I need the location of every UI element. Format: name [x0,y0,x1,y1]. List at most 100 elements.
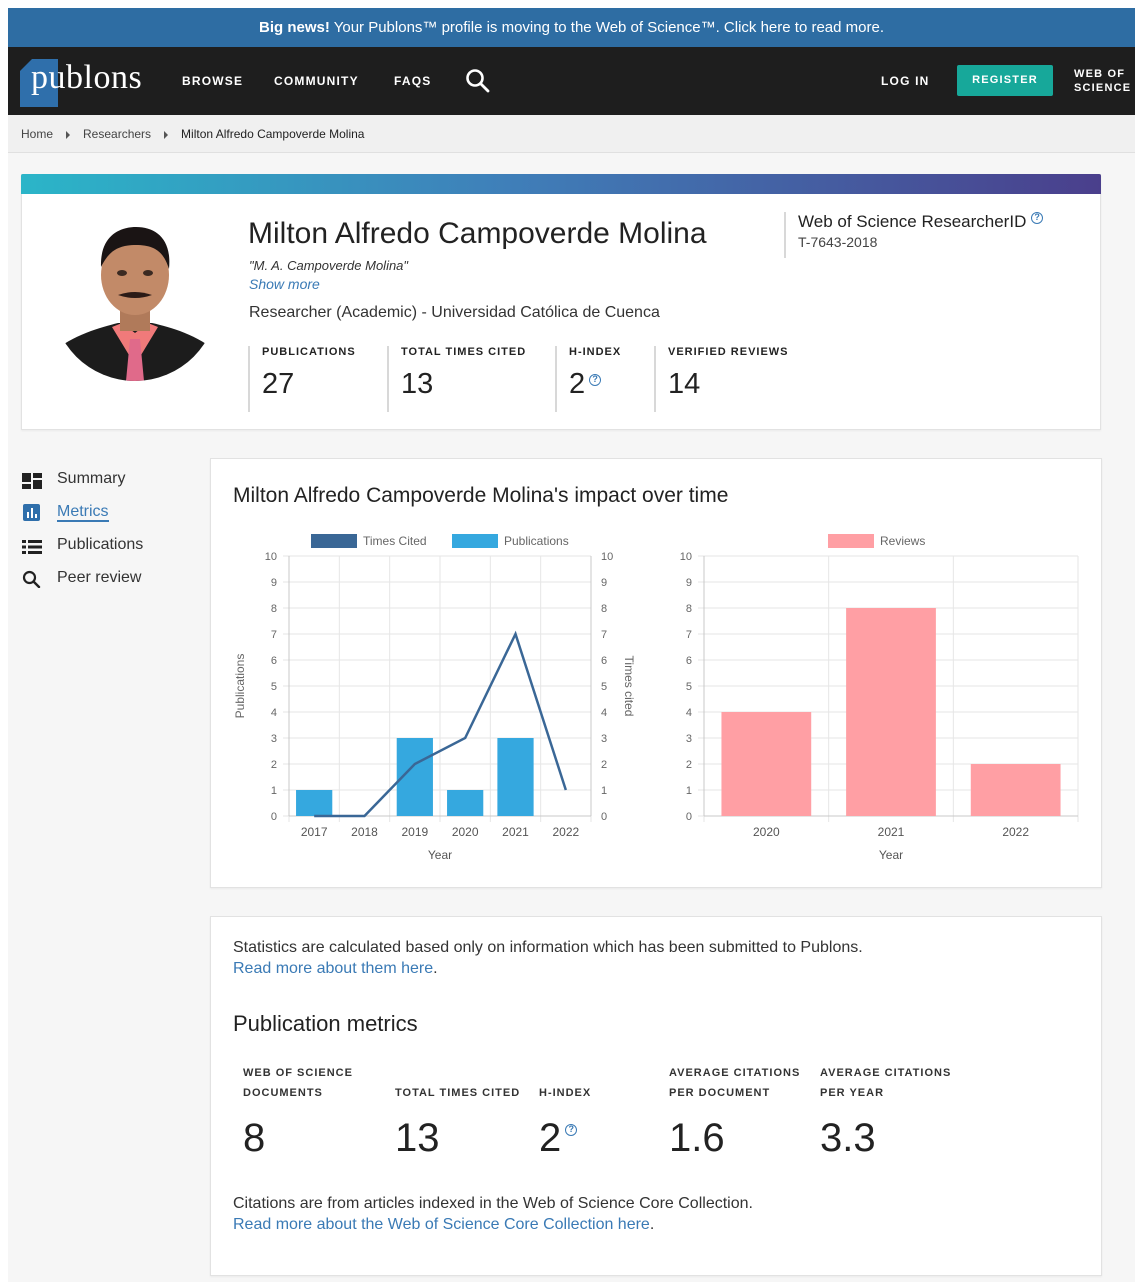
researcher-affiliation: Researcher (Academic) - Universidad Cató… [249,304,660,321]
sidebar-item-peer-review[interactable]: Peer review [22,564,202,597]
avatar [52,215,218,381]
metric-value: 2 [539,1116,562,1160]
metric-avg-citations-per-doc: AVERAGE CITATIONS PER DOCUMENT 1.6 [669,1063,800,1161]
show-more-link[interactable]: Show more [249,276,320,292]
y-tick-label: 3 [686,733,692,745]
y-tick-label: 2 [271,759,277,771]
y-right-tick-label: 4 [601,707,607,719]
stat-label: TOTAL TIMES CITED [401,346,527,358]
impact-charts: 0 01 12 23 34 45 56 67 78 89 910 102017 2018 2019 2020… [233,534,1079,862]
sidebar-item-label: Metrics [57,503,109,522]
x-tick-label: 2020 [753,825,780,839]
y-tick-label: 6 [686,655,692,667]
stat-h-index[interactable]: H-INDEX 2? [555,346,621,412]
breadcrumb-caret-icon [164,130,169,139]
metrics-card: Statistics are calculated based only on … [210,916,1102,1276]
wos-line-1: WEB OF [1074,68,1126,80]
legend-swatch [828,534,874,548]
y-tick-label: 8 [271,603,277,615]
bar-reviews [970,764,1061,816]
y-right-tick-label: 1 [601,785,607,797]
x-tick-label: 2017 [301,825,328,839]
metric-label-line2: PER DOCUMENT [669,1087,771,1099]
stat-label: H-INDEX [569,346,622,358]
nav-browse[interactable]: BROWSE [182,47,243,115]
x-tick-label: 2018 [351,825,378,839]
stat-value: 27 [262,368,295,400]
publication-metrics-heading: Publication metrics [233,1011,418,1036]
bar-publications [447,790,484,816]
y-tick-label: 7 [271,629,277,641]
sidebar-item-summary[interactable]: Summary [22,465,202,498]
metric-label-line2: PER YEAR [820,1087,885,1099]
researcher-id-box: Web of Science ResearcherID ? T-7643-201… [784,212,1044,258]
announcement-banner[interactable]: Big news! Your Publons™ profile is movin… [8,8,1135,47]
y-axis-title: Publications [233,654,247,719]
metric-avg-citations-per-year: AVERAGE CITATIONS PER YEAR 3.3 [820,1063,951,1161]
legend-swatch [311,534,357,548]
stat-publications[interactable]: PUBLICATIONS 27 [248,346,356,412]
y-tick-label: 10 [265,551,277,563]
y-tick-label: 1 [271,785,277,797]
core-collection-link[interactable]: Read more about the Web of Science Core … [233,1216,650,1233]
researcher-id-label: Web of Science ResearcherID [798,212,1027,231]
sidebar-item-label: Peer review [57,569,142,586]
legend-label: Times Cited [363,534,427,548]
y-right-tick-label: 9 [601,577,607,589]
stat-label: VERIFIED REVIEWS [668,346,789,358]
y-right-tick-label: 10 [601,551,613,563]
x-tick-label: 2022 [1002,825,1029,839]
search-icon[interactable] [464,67,492,95]
metrics-intro: Statistics are calculated based only on … [233,939,863,956]
nav-faqs[interactable]: FAQS [394,47,431,115]
x-tick-label: 2019 [401,825,428,839]
help-icon[interactable]: ? [589,374,602,386]
metric-value: 3.3 [820,1116,876,1160]
register-button[interactable]: REGISTER [957,65,1053,96]
x-axis-title: Year [879,848,903,862]
metric-value: 8 [243,1116,266,1160]
breadcrumb: Home Researchers Milton Alfredo Campoverde… [8,115,1135,153]
y-tick-label: 8 [686,603,692,615]
publons-logo[interactable]: publons [20,57,160,107]
x-tick-label: 2021 [502,825,529,839]
y-tick-label: 5 [271,681,277,693]
metric-label-line2: H-INDEX [539,1087,592,1099]
metrics-footer: Citations are from articles indexed in t… [233,1195,753,1212]
legend-label: Publications [504,534,569,548]
y-tick-label: 2 [686,759,692,771]
legend-swatch [452,534,498,548]
x-axis-title: Year [428,848,452,862]
metric-label-line1: AVERAGE CITATIONS [669,1067,801,1079]
sidebar: Summary Metrics Publications Peer review [22,465,202,597]
search-icon [22,570,42,589]
breadcrumb-researchers[interactable]: Researchers [83,115,151,153]
y-tick-label: 5 [686,681,692,693]
y-right-tick-label: 8 [601,603,607,615]
metric-value: 13 [395,1116,440,1160]
sidebar-item-label: Summary [57,470,126,487]
y-right-tick-label: 3 [601,733,607,745]
web-of-science-link[interactable]: WEB OF SCIENCE [1074,67,1134,95]
x-tick-label: 2021 [878,825,905,839]
login-link[interactable]: LOG IN [881,47,930,115]
stat-verified-reviews[interactable]: VERIFIED REVIEWS 14 [654,346,789,412]
help-icon[interactable]: ? [565,1124,578,1136]
researcher-id-value: T-7643-2018 [798,234,878,250]
y-tick-label: 1 [686,785,692,797]
y-right-tick-label: 2 [601,759,607,771]
researcher-name: Milton Alfredo Campoverde Molina [248,217,707,250]
metric-label-line1: WEB OF SCIENCE [243,1067,353,1079]
metrics-read-more-link[interactable]: Read more about them here [233,960,433,977]
breadcrumb-home[interactable]: Home [21,115,53,153]
x-tick-label: 2020 [452,825,479,839]
stat-times-cited[interactable]: TOTAL TIMES CITED 13 [387,346,526,412]
help-icon[interactable]: ? [1031,212,1044,224]
y-right-tick-label: 0 [601,811,607,823]
y-tick-label: 9 [271,577,277,589]
nav-community[interactable]: COMMUNITY [274,47,359,115]
sidebar-item-publications[interactable]: Publications [22,531,202,564]
profile-card: Milton Alfredo Campoverde Molina "M. A. … [21,174,1101,430]
sidebar-item-metrics[interactable]: Metrics [22,498,202,531]
sidebar-item-label: Publications [57,536,144,553]
